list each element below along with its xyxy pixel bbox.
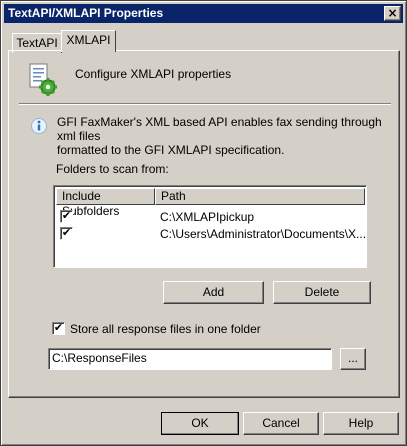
store-responses-checkbox[interactable]: ✔ (52, 322, 65, 335)
row-1-path: C:\XMLAPIpickup (160, 210, 255, 224)
response-folder-input[interactable]: C:\ResponseFiles (48, 348, 332, 370)
check-icon: ✔ (61, 227, 72, 239)
tab-xmlapi-label: XMLAPI (66, 33, 111, 47)
title-bar[interactable]: TextAPI/XMLAPI Properties × (4, 4, 403, 23)
cancel-button-label: Cancel (262, 416, 300, 430)
check-icon: ✔ (61, 210, 72, 222)
close-button[interactable]: × (384, 6, 401, 21)
close-icon: × (387, 6, 398, 20)
row-1-include-subfolders-checkbox[interactable]: ✔ (60, 210, 73, 223)
browse-button-label: ... (347, 351, 358, 365)
info-text-line-1: GFI FaxMaker's XML based API enables fax… (57, 115, 382, 143)
document-gear-icon (28, 63, 58, 97)
row-2-path: C:\Users\Administrator\Documents\X... (160, 227, 367, 241)
tab-xmlapi[interactable]: XMLAPI (61, 30, 116, 52)
cancel-button[interactable]: Cancel (243, 412, 319, 435)
add-button-label: Add (202, 285, 225, 299)
help-button[interactable]: Help (323, 412, 399, 435)
separator-top (19, 103, 391, 104)
properties-dialog: TextAPI/XMLAPI Properties × TextAPI XMLA… (0, 0, 407, 446)
store-responses-label[interactable]: Store all response files in one folder (70, 322, 261, 336)
column-header-include-subfolders[interactable]: Include Subfolders (56, 188, 155, 218)
info-icon (30, 117, 48, 135)
column-label-path: Path (161, 189, 186, 203)
folders-list[interactable]: Include Subfolders Path ✔ C:\XMLAPIpicku… (53, 185, 367, 268)
delete-button-label: Delete (304, 285, 340, 299)
row-2-include-subfolders-checkbox[interactable]: ✔ (60, 227, 73, 240)
ok-button-label: OK (191, 416, 209, 430)
check-icon: ✔ (53, 322, 64, 334)
window-title: TextAPI/XMLAPI Properties (8, 6, 164, 20)
info-text: GFI FaxMaker's XML based API enables fax… (57, 115, 399, 157)
delete-button[interactable]: Delete (273, 281, 371, 304)
browse-button[interactable]: ... (340, 348, 366, 370)
ok-button[interactable]: OK (161, 412, 239, 435)
info-text-line-2: formatted to the GFI XMLAPI specificatio… (57, 143, 285, 157)
configure-header-text: Configure XMLAPI properties (75, 67, 232, 81)
column-header-path[interactable]: Path (155, 188, 365, 205)
help-button-label: Help (348, 416, 374, 430)
tab-textapi-label: TextAPI (16, 36, 58, 50)
add-button[interactable]: Add (163, 281, 264, 304)
folders-label: Folders to scan from: (56, 162, 169, 176)
